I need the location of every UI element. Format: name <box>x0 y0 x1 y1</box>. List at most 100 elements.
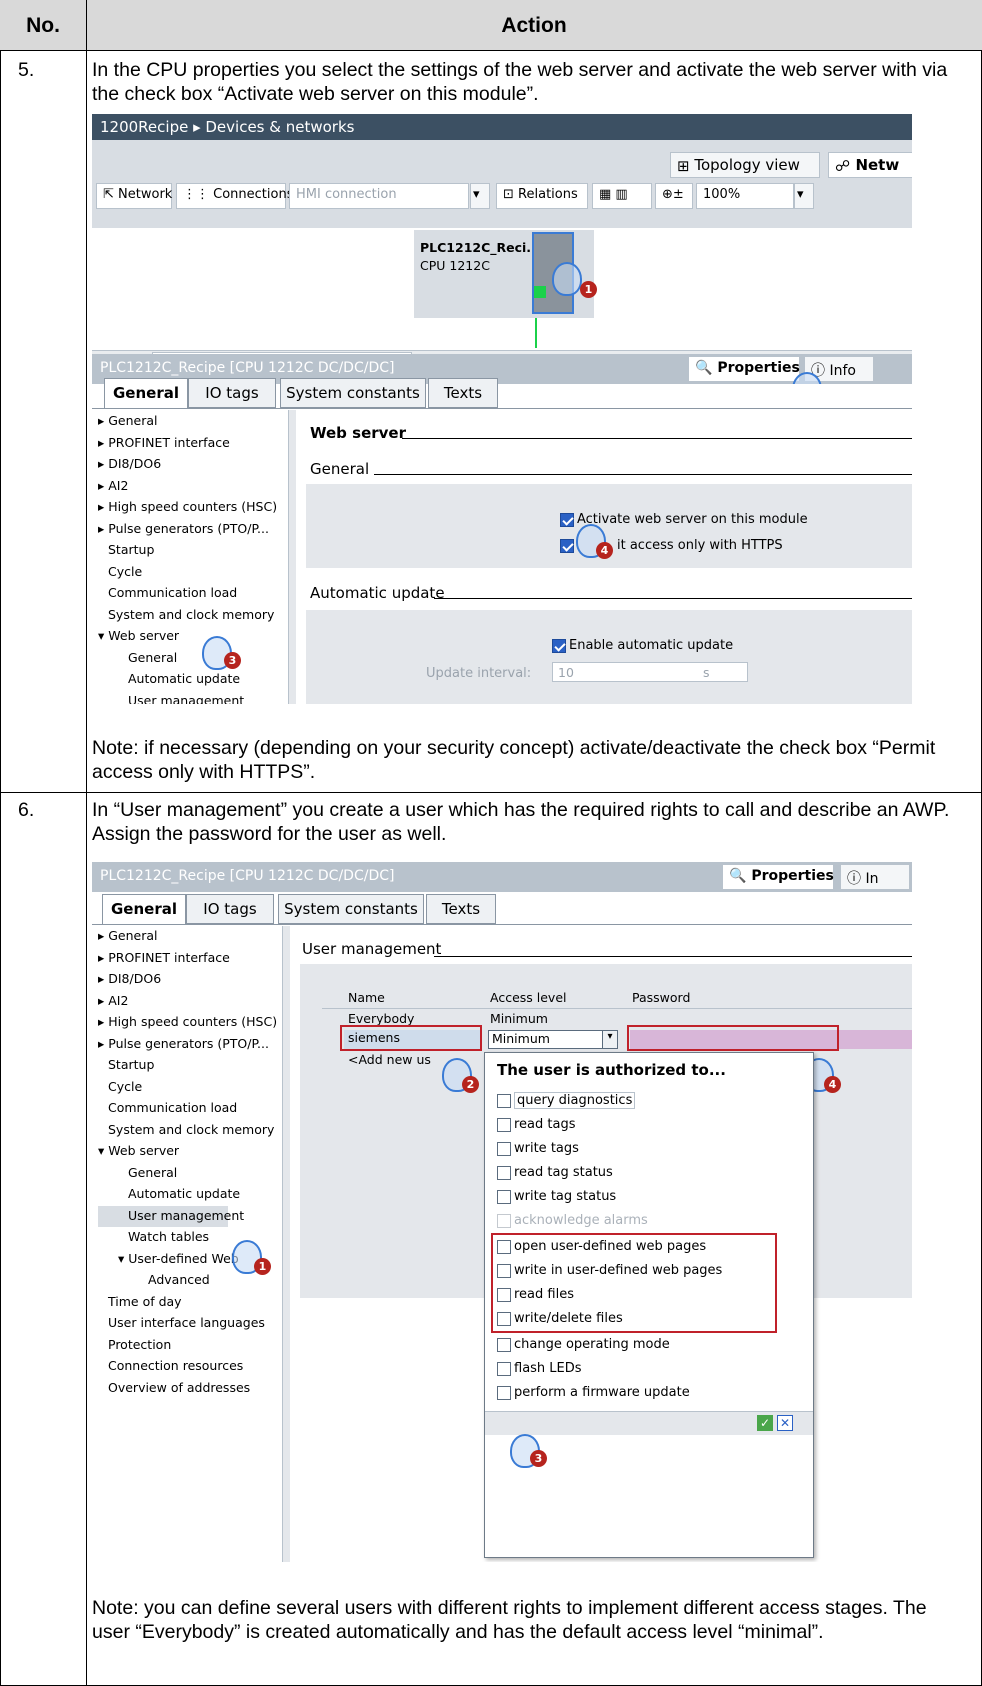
tree-item[interactable]: ▸ Pulse generators (PTO/P... <box>98 1034 277 1056</box>
tree-item[interactable]: ▸ AI2 <box>98 991 277 1013</box>
update-interval-label: Update interval: <box>426 666 532 681</box>
network-button[interactable]: ⇱ Network <box>96 183 172 209</box>
right-checkbox[interactable]: write tags <box>497 1141 579 1156</box>
zoom-icon: ⊕± <box>662 187 684 202</box>
tree-item[interactable]: Overview of addresses <box>98 1378 277 1400</box>
tree-item[interactable]: Startup <box>98 539 277 561</box>
properties-icon: 🔍 <box>695 360 713 376</box>
breadcrumb: 1200Recipe ▸ Devices & networks <box>92 114 912 140</box>
tree-item[interactable]: Automatic update <box>98 668 277 690</box>
zoom-select[interactable]: 100% <box>696 183 794 209</box>
tree-item[interactable]: ▸ General <box>98 926 277 948</box>
access-level-select[interactable]: Minimum <box>488 1030 618 1049</box>
properties-label: Properties <box>751 868 834 884</box>
access-level-dropdown[interactable]: ▾ <box>602 1030 618 1049</box>
properties-tab[interactable]: 🔍 Properties <box>688 356 800 382</box>
right-label: write tag status <box>514 1189 617 1204</box>
tree-item[interactable]: ▸ DI8/DO6 <box>98 453 277 475</box>
tree-item[interactable]: General <box>98 647 277 669</box>
step-badge: 3 <box>224 652 241 669</box>
tree-item[interactable]: ▸ AI2 <box>98 475 277 497</box>
tree-item-web-server[interactable]: ▾ Web server <box>98 1141 277 1163</box>
section-web-server: Web server <box>310 424 406 442</box>
right-checkbox[interactable]: read tag status <box>497 1165 613 1180</box>
tab-texts[interactable]: Texts <box>426 894 496 924</box>
tab-system-constants[interactable]: System constants <box>278 894 424 924</box>
enable-auto-update-checkbox[interactable]: Enable automatic update <box>552 638 733 653</box>
right-checkbox[interactable]: perform a firmware update <box>497 1385 690 1400</box>
tab-texts[interactable]: Texts <box>428 378 498 408</box>
connections-button[interactable]: ⋮⋮ Connections <box>176 183 293 209</box>
right-checkbox[interactable]: flash LEDs <box>497 1361 582 1376</box>
access-level-cell[interactable]: Minimum <box>490 1011 548 1030</box>
add-new-user-cell[interactable]: <Add new us <box>348 1052 431 1071</box>
rights-popup: The user is authorized to... query diagn… <box>484 1052 814 1558</box>
view-tools[interactable]: ▦ ▥ <box>592 183 652 209</box>
tree-item[interactable]: ▸ DI8/DO6 <box>98 969 277 991</box>
chevron-down-icon: ▾ <box>473 187 480 202</box>
tree-item[interactable]: Cycle <box>98 1077 277 1099</box>
zoom-button[interactable]: ⊕± <box>655 183 693 209</box>
checkbox-label: it access only with HTTPS <box>617 538 783 553</box>
right-label: read tag status <box>514 1165 613 1180</box>
tree-item[interactable]: System and clock memory <box>98 604 277 626</box>
tree-item[interactable]: Connection resources <box>98 1356 277 1378</box>
zoom-dropdown-arrow[interactable]: ▾ <box>794 183 814 209</box>
tree-item[interactable]: ▸ PROFINET interface <box>98 948 277 970</box>
tree-item[interactable]: Communication load <box>98 1098 277 1120</box>
tree-item[interactable]: ▸ High speed counters (HSC) <box>98 1012 277 1034</box>
topology-view-tab[interactable]: ⊞ Topology view <box>670 152 820 178</box>
properties-tab[interactable]: 🔍 Properties <box>722 864 834 890</box>
checkbox-unchecked-icon <box>497 1165 511 1180</box>
tree-item[interactable]: User interface languages <box>98 1313 277 1335</box>
relations-button[interactable]: ⊡ Relations <box>496 183 588 209</box>
tree-item[interactable]: Cycle <box>98 561 277 583</box>
tab-general[interactable]: General <box>104 378 188 408</box>
confirm-icon[interactable]: ✓ <box>757 1415 773 1431</box>
tree-item[interactable]: Time of day <box>98 1292 277 1314</box>
right-label: read tags <box>514 1117 576 1132</box>
network-view-tab[interactable]: ☍ Netw <box>828 152 912 178</box>
section-automatic-update: Automatic update <box>310 584 445 602</box>
tree-item[interactable]: Startup <box>98 1055 277 1077</box>
tab-general[interactable]: General <box>102 894 186 924</box>
tree-item[interactable]: ▸ Pulse generators (PTO/P... <box>98 518 277 540</box>
hmi-dropdown-arrow[interactable]: ▾ <box>470 183 490 209</box>
right-checkbox[interactable]: change operating mode <box>497 1337 670 1352</box>
tree-item[interactable]: General <box>98 1163 277 1185</box>
hmi-connection-select[interactable]: HMI connection <box>289 183 469 209</box>
screenshot-user-management: PLC1212C_Recipe [CPU 1212C DC/DC/DC] 🔍 P… <box>92 862 912 1562</box>
tree-item-user-management[interactable]: User management <box>98 1205 244 1227</box>
tree-item[interactable]: System and clock memory <box>98 1120 277 1142</box>
checkbox-disabled-icon <box>497 1213 511 1228</box>
checkbox-unchecked-icon <box>497 1141 511 1156</box>
tab-io-tags[interactable]: IO tags <box>186 894 274 924</box>
tree-item[interactable]: User management <box>98 690 277 705</box>
tab-system-constants[interactable]: System constants <box>280 378 426 408</box>
step-note: Note: you can define several users with … <box>92 1597 927 1643</box>
step-number: 6. <box>18 799 35 821</box>
checkbox-unchecked-icon <box>497 1189 511 1204</box>
tree-item[interactable]: ▸ PROFINET interface <box>98 432 277 454</box>
right-checkbox[interactable]: read tags <box>497 1117 576 1132</box>
tree-splitter[interactable] <box>282 926 290 1562</box>
tree-item[interactable]: Automatic update <box>98 1184 277 1206</box>
tree-item[interactable]: Communication load <box>98 582 277 604</box>
info-tab[interactable]: ⓘ In <box>840 864 910 890</box>
tree-splitter[interactable] <box>288 410 296 704</box>
tree-item[interactable]: ▸ High speed counters (HSC) <box>98 496 277 518</box>
cancel-icon[interactable]: ✕ <box>777 1415 793 1431</box>
right-label: write tags <box>514 1141 579 1156</box>
step-number: 5. <box>18 59 35 81</box>
right-label: query diagnostics <box>514 1092 636 1109</box>
right-checkbox[interactable]: query diagnostics <box>497 1092 636 1109</box>
update-interval-input[interactable]: 10 s <box>552 662 748 682</box>
tree-item-web-server[interactable]: ▾ Web server <box>98 625 277 647</box>
column-header-action: Action <box>501 13 567 37</box>
right-checkbox[interactable]: write tag status <box>497 1189 616 1204</box>
tree-item[interactable]: ▸ General <box>98 410 277 432</box>
grid-icon: ▦ ▥ <box>599 187 628 202</box>
tab-io-tags[interactable]: IO tags <box>188 378 276 408</box>
step-note: Note: if necessary (depending on your se… <box>92 737 936 783</box>
tree-item[interactable]: Protection <box>98 1335 277 1357</box>
